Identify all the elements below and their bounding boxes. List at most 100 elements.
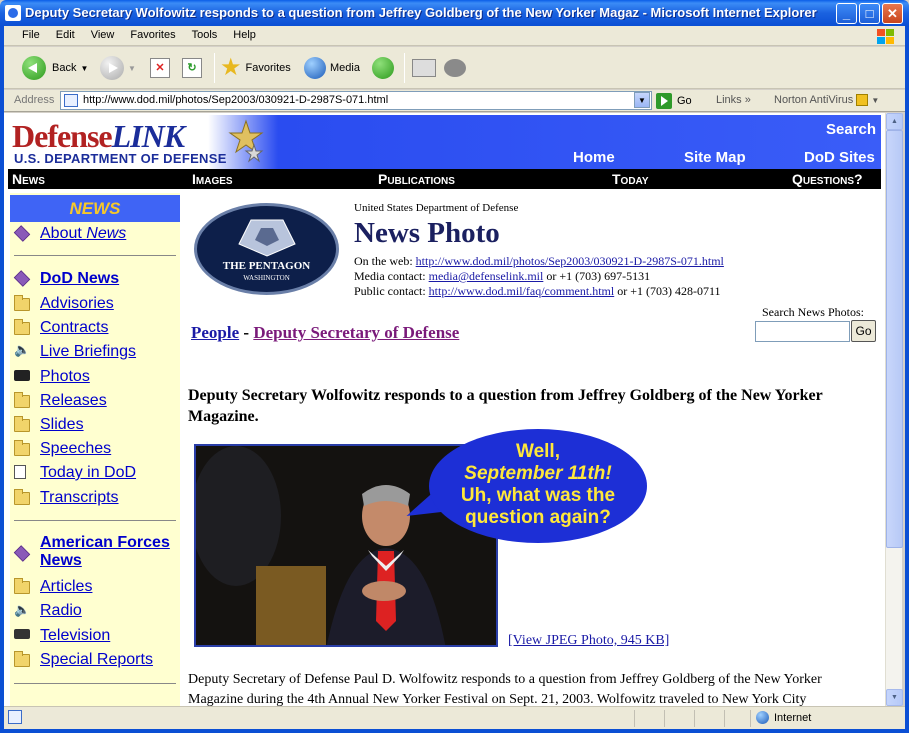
page-title: News Photo (354, 217, 500, 249)
photo-headline: Deputy Secretary Wolfowitz responds to a… (188, 387, 823, 425)
norton-label: Norton AntiVirus (774, 94, 854, 106)
sidebar-item-television[interactable]: Television (40, 627, 110, 645)
folder-icon (14, 319, 30, 335)
address-bar: Address http://www.dod.mil/photos/Sep200… (4, 90, 905, 112)
sidebar-item-releases[interactable]: Releases (40, 392, 107, 410)
scroll-thumb[interactable] (886, 130, 903, 548)
sidebar-item-speeches[interactable]: Speeches (40, 440, 111, 458)
menu-favorites[interactable]: Favorites (122, 26, 183, 41)
sidebar-item-dod-news[interactable]: DoD News (40, 270, 119, 288)
back-button[interactable]: Back ▼ (22, 55, 88, 81)
maximize-button[interactable]: □ (859, 3, 880, 24)
nav-questions[interactable]: Questions? (792, 171, 863, 187)
scroll-up-arrow-icon[interactable]: ▲ (886, 113, 903, 130)
about-news-icon (13, 225, 31, 242)
back-arrow-icon (22, 56, 46, 80)
forward-dropdown-icon[interactable]: ▼ (128, 64, 136, 73)
menu-tools[interactable]: Tools (184, 26, 226, 41)
sidebar-item-about-news[interactable]: About News (40, 225, 126, 243)
seal-text-washington: WASHINGTON (243, 274, 290, 282)
org-name: United States Department of Defense (354, 202, 519, 214)
sidebar-item-live-briefings[interactable]: Live Briefings (40, 343, 136, 361)
forward-button[interactable]: ▼ (100, 55, 136, 81)
ie-window-icon[interactable] (5, 5, 21, 21)
defenselink-logo[interactable]: DefenseLINK (12, 118, 185, 155)
back-dropdown-icon[interactable]: ▼ (80, 64, 88, 73)
search-news-photos-input[interactable] (755, 321, 850, 342)
sitemap-link[interactable]: Site Map (684, 149, 746, 166)
forward-arrow-icon (100, 56, 124, 80)
folder-icon (14, 651, 30, 667)
status-segment (664, 710, 665, 727)
sidebar-item-articles[interactable]: Articles (40, 578, 92, 596)
folder-icon (14, 416, 30, 432)
go-button[interactable]: Go (656, 93, 692, 109)
web-label: On the web: (354, 254, 416, 268)
refresh-button[interactable]: ↻ (182, 55, 202, 81)
search-go-button[interactable]: Go (851, 320, 876, 342)
sidebar-header: NEWS (10, 195, 180, 222)
favorites-button[interactable]: ★ Favorites (220, 55, 291, 81)
stop-icon: ✕ (150, 58, 170, 78)
web-line: On the web: http://www.dod.mil/photos/Se… (354, 254, 724, 269)
close-button[interactable]: ✕ (882, 3, 903, 24)
sidebar-item-photos[interactable]: Photos (40, 368, 90, 386)
sidebar-item-slides[interactable]: Slides (40, 416, 84, 434)
status-segment (634, 710, 635, 727)
breadcrumb-depsec-link[interactable]: Deputy Secretary of Defense (253, 323, 459, 342)
scroll-down-arrow-icon[interactable]: ▼ (886, 689, 903, 706)
norton-dropdown-icon[interactable]: ▼ (871, 96, 879, 105)
dodsites-link[interactable]: DoD Sites (804, 149, 875, 166)
menu-file[interactable]: File (14, 26, 48, 41)
nav-today[interactable]: Today (612, 171, 649, 187)
view-jpeg-link[interactable]: [View JPEG Photo, 945 KB] (508, 633, 669, 649)
address-dropdown-icon[interactable]: ▼ (634, 92, 650, 108)
menu-view[interactable]: View (83, 26, 123, 41)
nav-images[interactable]: Images (192, 171, 233, 187)
home-link[interactable]: Home (573, 149, 615, 166)
norton-icon (856, 94, 869, 107)
public-url-link[interactable]: http://www.dod.mil/faq/comment.html (429, 284, 615, 298)
sidebar-item-today-in-dod[interactable]: Today in DoD (40, 464, 136, 482)
stop-button[interactable]: ✕ (150, 55, 170, 81)
speaker-icon: 🔈 (14, 342, 31, 357)
camera-icon (14, 370, 30, 381)
page-viewport[interactable]: DefenseLINK U.S. DEPARTMENT OF DEFENSE S… (4, 113, 885, 706)
title-bar[interactable]: Deputy Secretary Wolfowitz responds to a… (0, 0, 909, 26)
breadcrumb-people-link[interactable]: People (191, 323, 239, 342)
print-button[interactable] (412, 55, 436, 81)
sidebar-item-advisories[interactable]: Advisories (40, 295, 114, 313)
sidebar-item-special-reports[interactable]: Special Reports (40, 651, 153, 669)
breadcrumb: People - Deputy Secretary of Defense (191, 323, 459, 343)
favorites-label: Favorites (245, 62, 291, 74)
search-news-photos-label: Search News Photos: (762, 305, 864, 319)
history-button[interactable] (372, 55, 394, 81)
nav-publications[interactable]: Publications (378, 171, 455, 187)
windows-logo-icon (873, 27, 899, 45)
site-banner: DefenseLINK U.S. DEPARTMENT OF DEFENSE S… (8, 115, 881, 169)
photo-caption: Deputy Secretary of Defense Paul D. Wolf… (188, 672, 822, 706)
sidebar-divider (14, 520, 176, 521)
minimize-button[interactable]: _ (836, 3, 857, 24)
folder-icon (14, 489, 30, 505)
address-input[interactable]: http://www.dod.mil/photos/Sep2003/030921… (60, 91, 652, 110)
nav-news[interactable]: News (12, 171, 45, 187)
speech-bubble: Well, September 11th! Uh, what was the q… (429, 429, 647, 543)
media-button[interactable]: Media (304, 55, 360, 81)
menu-help[interactable]: Help (225, 26, 264, 41)
menu-edit[interactable]: Edit (48, 26, 83, 41)
media-email-link[interactable]: media@defenselink.mil (429, 269, 544, 283)
window-title: Deputy Secretary Wolfowitz responds to a… (25, 5, 817, 20)
search-link[interactable]: Search (826, 121, 876, 138)
pentagon-seal: THE PENTAGON WASHINGTON (194, 203, 339, 295)
links-button[interactable]: Links » (716, 94, 751, 106)
norton-antivirus-button[interactable]: Norton AntiVirus ▼ (774, 94, 879, 107)
sidebar-item-american-forces-news[interactable]: American Forces News (40, 534, 170, 570)
discuss-button[interactable] (444, 55, 466, 81)
folder-icon (14, 440, 30, 456)
sidebar-item-radio[interactable]: Radio (40, 602, 82, 620)
web-url-link[interactable]: http://www.dod.mil/photos/Sep2003/030921… (416, 254, 724, 268)
sidebar-item-contracts[interactable]: Contracts (40, 319, 108, 337)
vertical-scrollbar[interactable]: ▲ ▼ (885, 113, 903, 706)
sidebar-item-transcripts[interactable]: Transcripts (40, 489, 119, 507)
